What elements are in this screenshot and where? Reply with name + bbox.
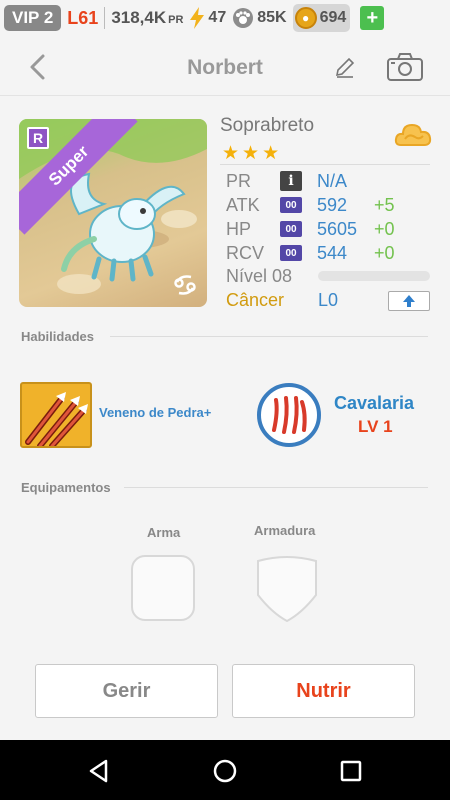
skill-name[interactable]: Veneno de Pedra+: [99, 405, 211, 420]
back-triangle-icon[interactable]: [86, 758, 112, 784]
header: Norbert: [0, 40, 450, 96]
zodiac-sign: Câncer: [226, 290, 285, 310]
rune-icon[interactable]: 00: [280, 197, 302, 213]
power-rating: 318,4K PR: [111, 8, 183, 28]
stat-value: 544: [317, 242, 348, 263]
stat-value: 5605: [317, 218, 358, 239]
divider: [220, 164, 430, 165]
coins-value: 694: [319, 9, 347, 26]
camera-icon[interactable]: [386, 52, 424, 82]
stat-bonus: +0: [374, 242, 395, 263]
home-circle-icon[interactable]: [212, 758, 238, 784]
claw-skill-icon[interactable]: [256, 382, 322, 448]
weapon-slot[interactable]: [131, 555, 195, 621]
xp-progress-bar: [318, 271, 430, 281]
sign-level: L0: [318, 290, 339, 310]
feed-button[interactable]: Nutrir: [232, 664, 415, 718]
stat-row-hp: HP 00 5605 +0: [226, 217, 395, 241]
manage-button[interactable]: Gerir: [35, 664, 218, 718]
pet-level: Nível 08: [226, 266, 293, 286]
pet-detail-screen: VIP 2 L61 318,4K PR 47 85K ● 694 + Norber…: [0, 0, 450, 800]
stat-bonus: +0: [374, 218, 395, 239]
divider: [110, 336, 428, 337]
energy-counter[interactable]: 47: [189, 7, 226, 29]
star-icon: ★: [242, 143, 260, 164]
add-coins-button[interactable]: +: [360, 6, 385, 30]
power-value: 318,4K: [111, 8, 167, 27]
arrow-up-icon: [403, 295, 415, 307]
stat-value: 592: [317, 194, 348, 215]
coins-counter[interactable]: ● 694: [292, 4, 351, 32]
paws-counter[interactable]: 85K: [232, 7, 287, 29]
skill-poison-stone-icon[interactable]: [20, 382, 92, 448]
info-icon[interactable]: i: [280, 171, 302, 191]
recents-square-icon[interactable]: [338, 758, 364, 784]
stat-label: ATK: [226, 194, 260, 215]
weapon-label: Arma: [147, 525, 181, 540]
divider: [104, 7, 106, 29]
cloud-icon[interactable]: [393, 119, 433, 153]
vip-badge[interactable]: VIP 2: [4, 5, 62, 31]
equipment-heading: Equipamentos: [21, 480, 111, 495]
paws-value: 85K: [257, 9, 287, 26]
rune-icon[interactable]: 00: [280, 221, 302, 237]
pet-portrait[interactable]: Super R: [19, 119, 207, 307]
upgrade-sign-button[interactable]: [388, 291, 430, 311]
energy-value: 47: [208, 9, 227, 26]
back-arrow-icon[interactable]: [24, 52, 54, 82]
stat-label: RCV: [226, 242, 265, 263]
pencil-icon[interactable]: [334, 56, 356, 78]
lightning-icon: [190, 7, 205, 29]
power-unit: PR: [168, 14, 184, 26]
stat-bonus: +5: [374, 194, 395, 215]
system-nav-bar: [0, 740, 450, 800]
player-level: L61: [67, 7, 99, 28]
rune-icon[interactable]: 00: [280, 245, 302, 261]
cancer-zodiac-icon: [174, 275, 196, 295]
pet-species: Soprabreto: [220, 115, 315, 136]
stat-row-atk: ATK 00 592 +5: [226, 193, 395, 217]
skill-level: LV 1: [358, 417, 393, 436]
stat-row-pr: PR i N/A: [226, 169, 373, 193]
coin-icon: ●: [294, 7, 317, 29]
arrows-icon: [25, 392, 88, 446]
star-rating: ★ ★ ★: [222, 142, 279, 165]
status-bar: VIP 2 L61 318,4K PR 47 85K ● 694 +: [0, 0, 450, 36]
stat-row-rcv: RCV 00 544 +0: [226, 241, 395, 265]
divider: [124, 487, 428, 488]
rank-badge: R: [27, 127, 49, 149]
armor-label: Armadura: [254, 523, 316, 538]
page-title: Norbert: [187, 55, 263, 79]
stat-value: N/A: [317, 170, 348, 191]
abilities-heading: Habilidades: [21, 329, 94, 344]
star-icon: ★: [222, 143, 240, 164]
paw-icon: [233, 8, 254, 28]
armor-slot[interactable]: [254, 553, 320, 623]
star-icon: ★: [262, 143, 280, 164]
stat-label: PR: [226, 170, 252, 191]
stat-label: HP: [226, 218, 252, 239]
skill-name[interactable]: Cavalaria: [334, 393, 414, 414]
